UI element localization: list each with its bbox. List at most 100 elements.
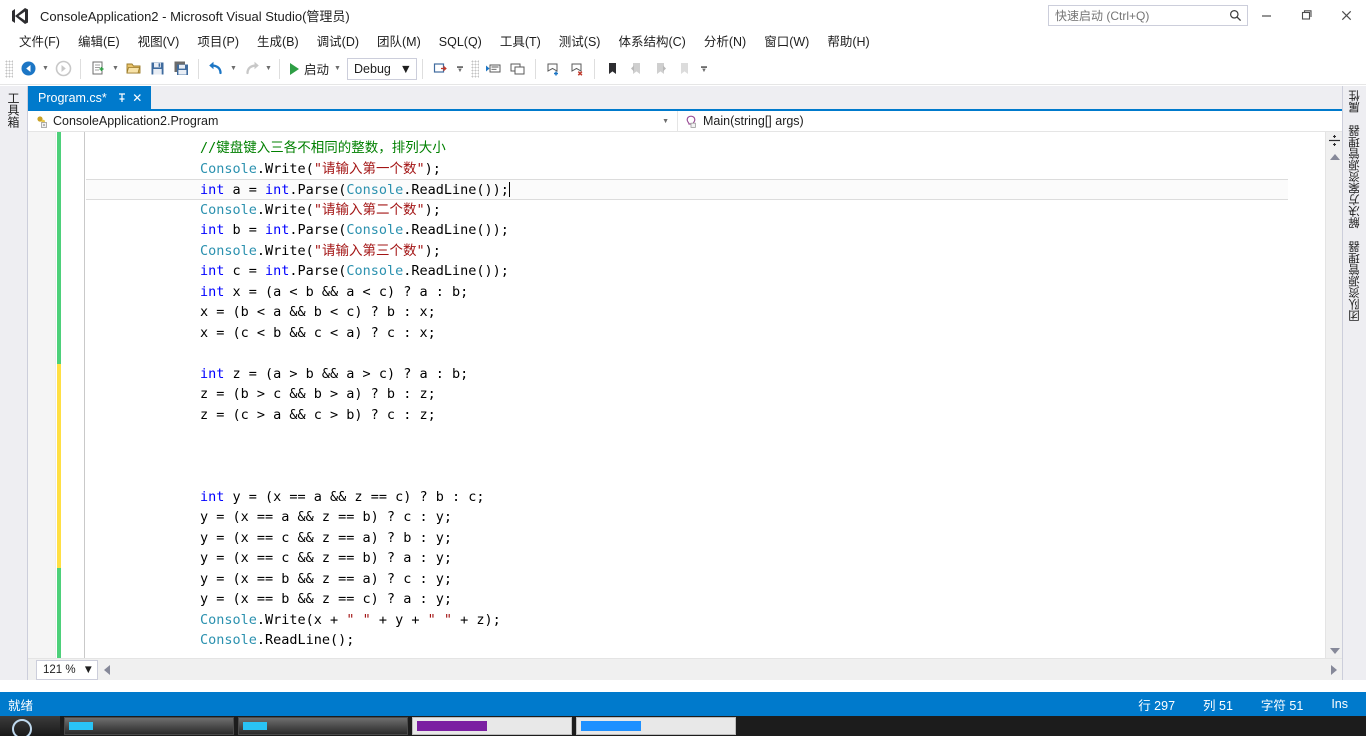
code-line[interactable]: Console.Write(x + " " + y + " " + z);: [86, 610, 1312, 631]
type-navigation-combo[interactable]: ConsoleApplication2.Program ▼: [28, 110, 678, 132]
toolbar-grip[interactable]: [5, 59, 13, 78]
code-line[interactable]: y = (x == c && z == a) ? b : y;: [86, 528, 1312, 549]
taskbar-app-3[interactable]: [412, 717, 572, 735]
menu-item-test[interactable]: 测试(S): [550, 32, 610, 52]
comment-selection-icon[interactable]: [482, 57, 506, 81]
team-explorer-tab-label[interactable]: 团队资源管理器: [1347, 241, 1363, 322]
navigate-forward-icon[interactable]: [51, 57, 75, 81]
close-button[interactable]: [1326, 0, 1366, 31]
code-line[interactable]: int y = (x == a && z == c) ? b : c;: [86, 487, 1312, 508]
minimize-button[interactable]: [1246, 0, 1286, 31]
menu-item-build[interactable]: 生成(B): [248, 32, 308, 52]
code-line[interactable]: //键盘键入三各不相同的整数，排列大小: [86, 138, 1312, 159]
code-line[interactable]: int b = int.Parse(Console.ReadLine());: [86, 220, 1312, 241]
menu-item-team[interactable]: 团队(M): [368, 32, 430, 52]
menu-item-debug[interactable]: 调试(D): [308, 32, 368, 52]
document-tab-program-cs[interactable]: Program.cs* ✕: [28, 86, 151, 109]
scroll-down-icon[interactable]: [1326, 644, 1343, 658]
maximize-button[interactable]: [1286, 0, 1326, 31]
windows-start-icon[interactable]: [0, 716, 60, 736]
open-file-icon[interactable]: [121, 57, 145, 81]
next-bookmark-icon[interactable]: [648, 57, 672, 81]
code-line[interactable]: Console.Write("请输入第二个数");: [86, 200, 1312, 221]
navigate-back-icon[interactable]: [16, 57, 40, 81]
menu-item-analyze[interactable]: 分析(N): [695, 32, 755, 52]
uncomment-selection-icon[interactable]: [506, 57, 530, 81]
menu-item-edit[interactable]: 编辑(E): [69, 32, 129, 52]
chevron-down-icon[interactable]: ▼: [83, 664, 94, 676]
code-line[interactable]: Console.Write("请输入第一个数");: [86, 159, 1312, 180]
vertical-scrollbar[interactable]: [1325, 132, 1342, 658]
code-line[interactable]: [86, 446, 1312, 467]
code-lines[interactable]: //键盘键入三各不相同的整数，排列大小 Console.Write("请输入第一个…: [86, 132, 1312, 651]
code-line[interactable]: int a = int.Parse(Console.ReadLine());: [86, 179, 1288, 200]
new-item-dropdown-icon[interactable]: ▼: [110, 58, 121, 80]
code-line[interactable]: z = (c > a && c > b) ? c : z;: [86, 405, 1312, 426]
split-view-icon[interactable]: [1326, 132, 1343, 149]
menu-item-file[interactable]: 文件(F): [10, 32, 69, 52]
attach-to-process-icon[interactable]: [428, 57, 452, 81]
code-line[interactable]: y = (x == c && z == b) ? a : y;: [86, 548, 1312, 569]
previous-bookmark-icon[interactable]: [624, 57, 648, 81]
code-text-viewport[interactable]: //键盘键入三各不相同的整数，排列大小 Console.Write("请输入第一个…: [86, 132, 1312, 658]
pin-icon[interactable]: [115, 90, 130, 105]
save-icon[interactable]: [145, 57, 169, 81]
menu-item-help[interactable]: 帮助(H): [818, 32, 878, 52]
menu-item-sql[interactable]: SQL(Q): [430, 32, 491, 52]
toolbar-overflow-icon[interactable]: ▬ ▼: [698, 64, 710, 74]
solution-configuration-combo[interactable]: Debug ▼: [347, 57, 418, 80]
menu-item-view[interactable]: 视图(V): [129, 32, 189, 52]
menu-item-architecture[interactable]: 体系结构(C): [609, 32, 694, 52]
redo-dropdown-icon[interactable]: ▼: [263, 58, 274, 80]
code-line[interactable]: [86, 343, 1312, 364]
code-line[interactable]: [86, 466, 1312, 487]
code-line[interactable]: z = (b > c && b > a) ? b : z;: [86, 384, 1312, 405]
toolbox-dock-strip[interactable]: 工具箱: [0, 86, 28, 680]
menu-item-tools[interactable]: 工具(T): [491, 32, 550, 52]
save-all-icon[interactable]: [169, 57, 193, 81]
quick-launch-input[interactable]: [1053, 7, 1229, 24]
code-line[interactable]: y = (x == b && z == c) ? a : y;: [86, 589, 1312, 610]
scroll-right-icon[interactable]: [1325, 660, 1342, 680]
close-icon[interactable]: ✕: [130, 90, 145, 105]
chevron-down-icon[interactable]: ▼: [400, 62, 412, 76]
code-line[interactable]: Console.Write("请输入第三个数");: [86, 241, 1312, 262]
undo-dropdown-icon[interactable]: ▼: [228, 58, 239, 80]
remove-bookmark-icon[interactable]: [565, 57, 589, 81]
taskbar-system-tray[interactable]: [1246, 716, 1366, 736]
code-line[interactable]: int c = int.Parse(Console.ReadLine());: [86, 261, 1312, 282]
code-line[interactable]: y = (x == b && z == a) ? c : y;: [86, 569, 1312, 590]
search-icon[interactable]: [1229, 9, 1242, 22]
clear-bookmarks-icon[interactable]: [672, 57, 696, 81]
code-line[interactable]: Console.ReadLine();: [86, 630, 1312, 651]
undo-icon[interactable]: [204, 57, 228, 81]
toggle-bookmark-icon[interactable]: [600, 57, 624, 81]
quick-launch-box[interactable]: [1048, 5, 1248, 26]
scroll-up-icon[interactable]: [1326, 150, 1343, 164]
code-line[interactable]: x = (b < a && b < c) ? b : x;: [86, 302, 1312, 323]
start-debugging-dropdown-icon[interactable]: ▼: [332, 58, 343, 80]
redo-icon[interactable]: [239, 57, 263, 81]
start-debugging-button[interactable]: 启动: [285, 57, 332, 81]
toolbar-grip[interactable]: [471, 59, 480, 78]
taskbar-app-4[interactable]: [576, 717, 736, 735]
menu-item-window[interactable]: 窗口(W): [755, 32, 818, 52]
code-line[interactable]: int z = (a > b && a > c) ? a : b;: [86, 364, 1312, 385]
code-editor-surface[interactable]: //键盘键入三各不相同的整数，排列大小 Console.Write("请输入第一个…: [28, 132, 1342, 680]
properties-tab-label[interactable]: 属性: [1347, 90, 1363, 113]
horizontal-scroll-track[interactable]: [115, 660, 1325, 680]
chevron-down-icon[interactable]: ▼: [662, 118, 669, 125]
member-navigation-combo[interactable]: Main(string[] args): [678, 111, 1342, 132]
toolbox-tab-label[interactable]: 工具箱: [5, 92, 22, 128]
code-line[interactable]: int x = (a < b && a < c) ? a : b;: [86, 282, 1312, 303]
code-line[interactable]: y = (x == a && z == b) ? c : y;: [86, 507, 1312, 528]
code-line[interactable]: [86, 425, 1312, 446]
add-bookmark-icon[interactable]: [541, 57, 565, 81]
taskbar-app-1[interactable]: [64, 717, 234, 735]
solution-explorer-tab-label[interactable]: 解决方案资源管理器: [1347, 125, 1363, 229]
code-line[interactable]: x = (c < b && c < a) ? c : x;: [86, 323, 1312, 344]
scroll-left-icon[interactable]: [98, 660, 115, 680]
menu-item-project[interactable]: 项目(P): [188, 32, 248, 52]
navigate-back-dropdown-icon[interactable]: ▼: [40, 58, 51, 80]
toolbar-overflow-icon[interactable]: ▬ ▼: [454, 64, 466, 74]
